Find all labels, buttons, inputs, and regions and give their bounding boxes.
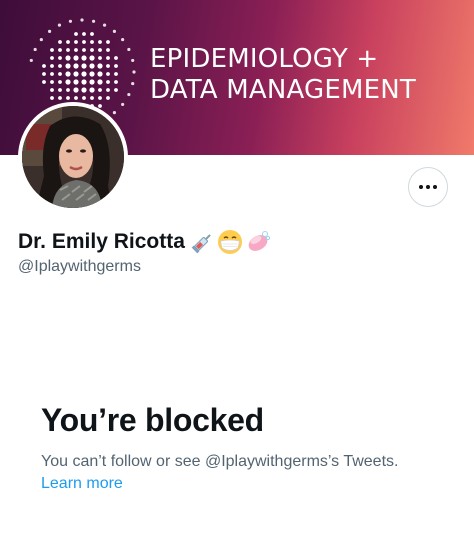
profile-name-row: Dr. Emily Ricotta bbox=[18, 229, 271, 255]
syringe-icon bbox=[191, 234, 211, 254]
more-options-button[interactable] bbox=[408, 167, 448, 207]
profile-handle: @Iplaywithgerms bbox=[18, 258, 141, 275]
blocked-description: You can’t follow or see @Iplaywithgerms’… bbox=[41, 453, 399, 470]
blocked-title: You’re blocked bbox=[41, 402, 264, 438]
more-dots-icon bbox=[419, 185, 437, 189]
avatar-photo bbox=[22, 106, 124, 208]
display-name: Dr. Emily Ricotta bbox=[18, 230, 185, 253]
banner-line-2: DATA MANAGEMENT bbox=[150, 75, 417, 105]
learn-more-link[interactable]: Learn more bbox=[41, 475, 123, 493]
mask-face-icon bbox=[217, 230, 242, 254]
profile-avatar[interactable] bbox=[18, 102, 128, 212]
banner-line-1: EPIDEMIOLOGY + bbox=[150, 44, 379, 74]
banner-title: EPIDEMIOLOGY + DATA MANAGEMENT bbox=[150, 44, 416, 106]
soap-icon bbox=[248, 231, 270, 251]
name-emojis bbox=[191, 229, 271, 255]
